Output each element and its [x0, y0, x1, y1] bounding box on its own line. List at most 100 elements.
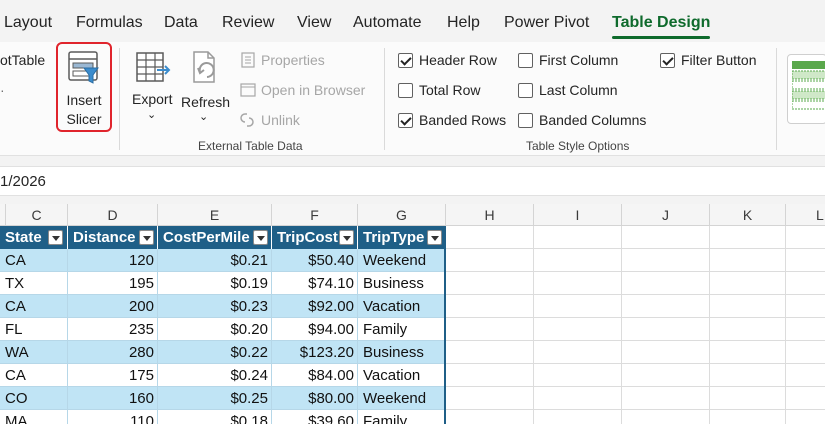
empty-cell[interactable]: [786, 387, 825, 410]
cell-costpermile[interactable]: $0.22: [158, 341, 272, 364]
cell-tripcost[interactable]: $50.40: [272, 249, 358, 272]
cell-distance[interactable]: 160: [68, 387, 158, 410]
tab-formulas[interactable]: Formulas: [76, 14, 143, 32]
cell-tripcost[interactable]: $84.00: [272, 364, 358, 387]
column-header-j[interactable]: J: [622, 204, 710, 226]
last-column-checkbox[interactable]: [518, 83, 533, 98]
empty-cell[interactable]: [534, 364, 622, 387]
cell-costpermile[interactable]: $0.19: [158, 272, 272, 295]
filter-dropdown-icon[interactable]: [339, 230, 354, 245]
insert-slicer-button[interactable]: Insert Slicer: [56, 42, 112, 132]
filter-dropdown-icon[interactable]: [253, 230, 268, 245]
empty-cell[interactable]: [710, 272, 786, 295]
export-button[interactable]: Export ⌄: [128, 46, 178, 128]
empty-cell[interactable]: [710, 410, 786, 424]
empty-cell[interactable]: [622, 272, 710, 295]
column-header-l[interactable]: L: [786, 204, 825, 226]
cell-tripcost[interactable]: $92.00: [272, 295, 358, 318]
header-cell-triptype[interactable]: TripType: [358, 226, 446, 249]
cell-state[interactable]: WA: [0, 341, 68, 364]
cell-triptype[interactable]: Weekend: [358, 387, 446, 410]
first-column-checkbox[interactable]: [518, 53, 533, 68]
cell-state[interactable]: CA: [0, 249, 68, 272]
tab-automate[interactable]: Automate: [353, 14, 421, 32]
empty-cell[interactable]: [786, 318, 825, 341]
empty-cell[interactable]: [534, 318, 622, 341]
empty-cell[interactable]: [622, 341, 710, 364]
empty-cell[interactable]: [622, 249, 710, 272]
empty-cell[interactable]: [786, 249, 825, 272]
properties-button[interactable]: Properties: [261, 52, 325, 68]
column-header-h[interactable]: H: [446, 204, 534, 226]
tab-view[interactable]: View: [297, 14, 331, 32]
cell-triptype[interactable]: Family: [358, 410, 446, 424]
empty-cell[interactable]: [446, 410, 534, 424]
cell-distance[interactable]: 175: [68, 364, 158, 387]
column-header-e[interactable]: E: [158, 204, 272, 226]
empty-cell[interactable]: [710, 295, 786, 318]
cell-state[interactable]: CA: [0, 364, 68, 387]
banded-columns-checkbox[interactable]: [518, 113, 533, 128]
cell-costpermile[interactable]: $0.25: [158, 387, 272, 410]
cell-state[interactable]: FL: [0, 318, 68, 341]
open-in-browser-button[interactable]: Open in Browser: [261, 82, 365, 98]
empty-cell[interactable]: [622, 318, 710, 341]
empty-cell[interactable]: [622, 226, 710, 249]
cell-triptype[interactable]: Weekend: [358, 249, 446, 272]
tab-power-pivot[interactable]: Power Pivot: [504, 14, 589, 32]
empty-cell[interactable]: [446, 387, 534, 410]
cell-triptype[interactable]: Vacation: [358, 295, 446, 318]
tab-data[interactable]: Data: [164, 14, 198, 32]
empty-cell[interactable]: [446, 295, 534, 318]
tab-review[interactable]: Review: [222, 14, 274, 32]
tab-page-layout[interactable]: Layout: [4, 14, 52, 32]
empty-cell[interactable]: [710, 364, 786, 387]
header-cell-state[interactable]: State: [0, 226, 68, 249]
table-style-gallery-item[interactable]: [787, 54, 825, 124]
empty-cell[interactable]: [786, 295, 825, 318]
column-header-g[interactable]: G: [358, 204, 446, 226]
empty-cell[interactable]: [710, 387, 786, 410]
empty-cell[interactable]: [622, 410, 710, 424]
summarize-pivottable-button[interactable]: otTable: [0, 52, 45, 68]
empty-cell[interactable]: [446, 364, 534, 387]
empty-cell[interactable]: [786, 410, 825, 424]
cell-tripcost[interactable]: $94.00: [272, 318, 358, 341]
filter-dropdown-icon[interactable]: [427, 230, 442, 245]
empty-cell[interactable]: [446, 226, 534, 249]
cell-state[interactable]: CA: [0, 295, 68, 318]
formula-bar[interactable]: 1/2026: [0, 166, 825, 196]
column-header-k[interactable]: K: [710, 204, 786, 226]
unlink-button[interactable]: Unlink: [261, 112, 300, 128]
empty-cell[interactable]: [710, 249, 786, 272]
cell-distance[interactable]: 120: [68, 249, 158, 272]
cell-state[interactable]: CO: [0, 387, 68, 410]
refresh-button[interactable]: Refresh ⌄: [180, 46, 232, 128]
cell-costpermile[interactable]: $0.24: [158, 364, 272, 387]
empty-cell[interactable]: [534, 295, 622, 318]
empty-cell[interactable]: [534, 410, 622, 424]
empty-cell[interactable]: [786, 364, 825, 387]
tab-table-design[interactable]: Table Design: [612, 14, 711, 39]
cell-costpermile[interactable]: $0.23: [158, 295, 272, 318]
filter-button-checkbox[interactable]: [660, 53, 675, 68]
empty-cell[interactable]: [534, 341, 622, 364]
column-header-i[interactable]: I: [534, 204, 622, 226]
cell-distance[interactable]: 110: [68, 410, 158, 424]
header-cell-tripcost[interactable]: TripCost: [272, 226, 358, 249]
cell-distance[interactable]: 195: [68, 272, 158, 295]
column-header-f[interactable]: F: [272, 204, 358, 226]
cell-triptype[interactable]: Family: [358, 318, 446, 341]
empty-cell[interactable]: [446, 318, 534, 341]
empty-cell[interactable]: [786, 272, 825, 295]
cell-costpermile[interactable]: $0.21: [158, 249, 272, 272]
cell-tripcost[interactable]: $80.00: [272, 387, 358, 410]
banded-rows-checkbox[interactable]: [398, 113, 413, 128]
empty-cell[interactable]: [786, 226, 825, 249]
column-header-d[interactable]: D: [68, 204, 158, 226]
cell-tripcost[interactable]: $74.10: [272, 272, 358, 295]
cell-distance[interactable]: 235: [68, 318, 158, 341]
cell-distance[interactable]: 200: [68, 295, 158, 318]
empty-cell[interactable]: [622, 364, 710, 387]
cell-costpermile[interactable]: $0.20: [158, 318, 272, 341]
